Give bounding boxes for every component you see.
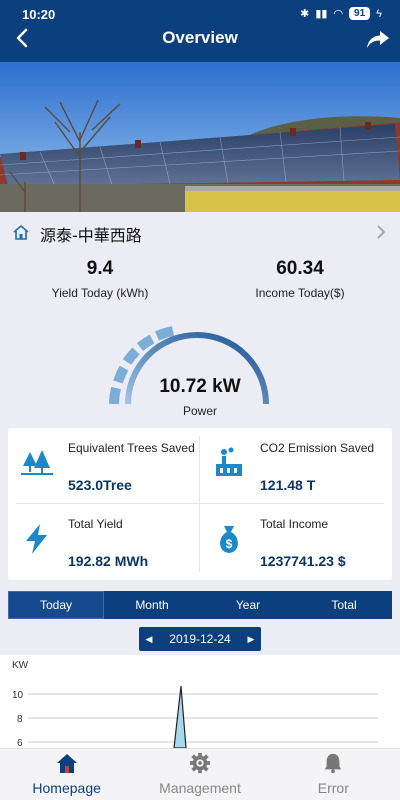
bottom-nav: Homepage Management Error — [0, 748, 400, 800]
bluetooth-icon: ✱ — [300, 8, 310, 20]
tab-total[interactable]: Total — [296, 591, 392, 619]
co2-value: 121.48 T — [260, 477, 316, 493]
page-title: Overview — [162, 28, 238, 47]
prev-date-button[interactable]: ◀ — [139, 627, 159, 651]
battery-icon: 91 — [349, 7, 371, 20]
nav-homepage-label: Homepage — [32, 780, 101, 796]
trees-title: Equivalent Trees Saved — [68, 441, 195, 455]
y-tick: 10 — [12, 690, 24, 701]
date-picker: ◀ 2019-12-24 ▶ — [139, 627, 261, 651]
chevron-right-icon — [377, 225, 386, 239]
period-tabs: Today Month Year Total — [8, 591, 392, 619]
yield-today-value: 9.4 — [86, 258, 114, 279]
stats-card: Equivalent Trees Saved 523.0Tree CO2 Emi… — [8, 428, 392, 580]
factory-icon — [216, 447, 242, 476]
total-yield-value: 192.82 MWh — [68, 553, 149, 569]
chart-y-unit: KW — [12, 660, 29, 671]
top-bar: 10:20 ✱ ▮▮ ◠ 91 ϟ Overview — [0, 0, 400, 62]
home-icon — [56, 754, 77, 773]
money-bag-icon: $ — [220, 526, 238, 553]
station-photo — [0, 62, 400, 212]
tab-month[interactable]: Month — [104, 591, 200, 619]
gear-icon — [189, 752, 211, 774]
power-label: Power — [182, 404, 217, 418]
total-income-value: 1237741.23 $ — [260, 553, 346, 569]
svg-text:$: $ — [226, 537, 233, 551]
station-name: 源泰-中華西路 — [40, 226, 142, 245]
income-today: 60.34 Income Today($) — [200, 258, 400, 300]
nav-error-label: Error — [317, 780, 349, 796]
bell-icon — [325, 753, 342, 774]
total-income-title: Total Income — [260, 517, 329, 531]
station-row[interactable]: 源泰-中華西路 — [0, 212, 400, 252]
power-area — [173, 685, 187, 748]
nav-management-label: Management — [159, 780, 241, 796]
selected-date[interactable]: 2019-12-24 — [159, 627, 241, 651]
status-icons: ✱ ▮▮ ◠ 91 ϟ — [300, 7, 382, 20]
next-date-button[interactable]: ▶ — [241, 627, 261, 651]
home-icon — [13, 224, 29, 240]
power-value: 10.72 kW — [159, 376, 241, 397]
share-button[interactable] — [366, 28, 390, 50]
income-today-value: 60.34 — [276, 258, 324, 279]
trees-value: 523.0Tree — [68, 477, 132, 493]
yield-today-label: Yield Today (kWh) — [51, 286, 149, 300]
status-time: 10:20 — [22, 7, 56, 22]
nav-homepage[interactable]: Homepage — [0, 749, 133, 800]
yield-today: 9.4 Yield Today (kWh) — [0, 258, 200, 300]
co2-title: CO2 Emission Saved — [260, 441, 375, 455]
total-income: $ Total Income 1237741.23 $ — [200, 504, 392, 580]
trees-icon — [21, 450, 53, 475]
nav-management[interactable]: Management — [133, 749, 266, 800]
status-bar: 10:20 ✱ ▮▮ ◠ 91 ϟ — [0, 0, 400, 28]
wifi-icon: ◠ — [333, 8, 344, 20]
trees-saved: Equivalent Trees Saved 523.0Tree — [8, 428, 200, 504]
lightning-icon — [26, 524, 47, 554]
tab-today[interactable]: Today — [8, 591, 104, 619]
nav-error[interactable]: Error — [267, 749, 400, 800]
signal-icon: ▮▮ — [315, 8, 328, 20]
income-today-label: Income Today($) — [255, 286, 345, 300]
co2-saved: CO2 Emission Saved 121.48 T — [200, 428, 392, 504]
total-yield: Total Yield 192.82 MWh — [8, 504, 200, 580]
y-tick: 8 — [17, 714, 23, 725]
y-tick: 6 — [17, 738, 23, 748]
charging-icon: ϟ — [376, 7, 382, 20]
power-chart: KW 10 8 6 — [0, 655, 400, 748]
tab-year[interactable]: Year — [200, 591, 296, 619]
total-yield-title: Total Yield — [68, 517, 123, 531]
